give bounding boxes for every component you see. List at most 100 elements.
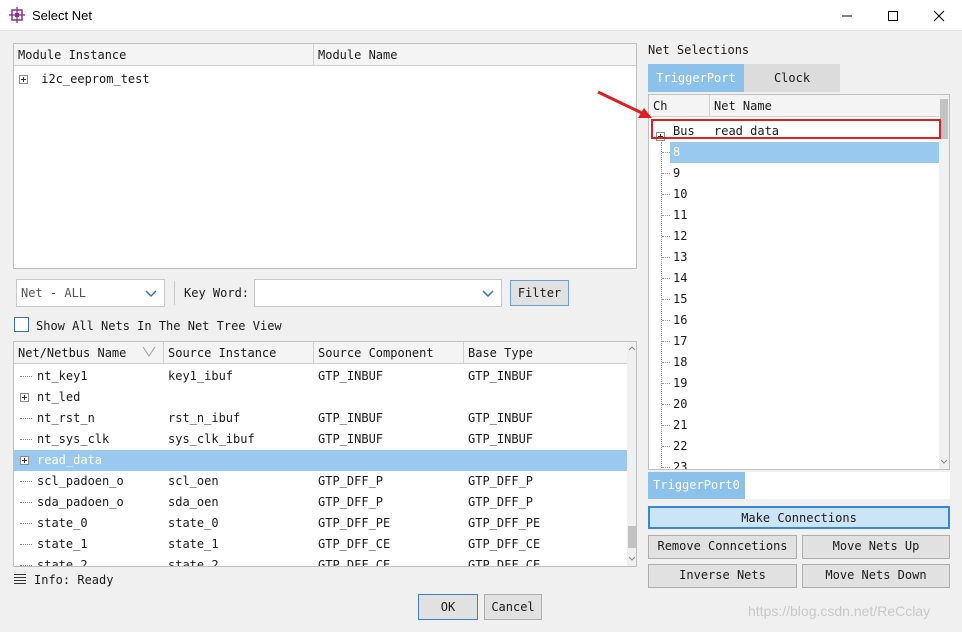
annotation-arrow — [597, 90, 652, 118]
column-source-component[interactable]: Source Component — [314, 342, 464, 364]
keyword-input[interactable] — [254, 279, 502, 307]
channel-row[interactable]: 17 — [649, 331, 939, 352]
tree-connector — [662, 194, 670, 195]
channel-row[interactable]: 13 — [649, 247, 939, 268]
table-row[interactable]: state_0 state_0 GTP_DFF_PE GTP_DFF_PE — [14, 513, 628, 534]
module-row[interactable]: i2c_eeprom_test — [19, 69, 629, 90]
table-row[interactable]: nt_led — [14, 387, 628, 408]
scroll-down-icon[interactable] — [940, 459, 948, 465]
channel-row[interactable]: 9 — [649, 163, 939, 184]
scroll-down-icon[interactable] — [628, 556, 636, 562]
net-name: sda_padoen_o — [37, 495, 124, 509]
tree-connector — [662, 404, 670, 405]
channel-row[interactable]: 14 — [649, 268, 939, 289]
remove-connections-button[interactable]: Remove Conncetions — [648, 535, 797, 559]
column-net-name-label: Net/Netbus Name — [18, 346, 127, 360]
column-source-instance[interactable]: Source Instance — [164, 342, 314, 364]
channel-label: 20 — [673, 397, 688, 411]
expand-icon[interactable] — [19, 75, 28, 84]
base-cell: GTP_INBUF — [468, 411, 534, 425]
table-row[interactable]: nt_key1 key1_ibuf GTP_INBUF GTP_INBUF — [14, 366, 628, 387]
net-name-cell: state_1 — [20, 534, 88, 555]
net-table-scrollbar[interactable] — [627, 342, 636, 566]
tree-connector — [20, 376, 32, 377]
make-connections-button[interactable]: Make Connections — [648, 506, 950, 529]
tree-connector — [662, 425, 670, 426]
cancel-button[interactable]: Cancel — [484, 594, 542, 620]
ok-button[interactable]: OK — [418, 594, 478, 620]
table-row[interactable]: nt_sys_clk sys_clk_ibuf GTP_INBUF GTP_INBUF — [14, 429, 628, 450]
filter-button[interactable]: Filter — [510, 280, 569, 306]
module-table-header: Module Instance Module Name — [14, 44, 636, 66]
channel-row[interactable]: 19 — [649, 373, 939, 394]
channel-label: 14 — [673, 271, 688, 285]
tree-connector — [662, 446, 670, 447]
table-row[interactable]: state_1 state_1 GTP_DFF_CE GTP_DFF_CE — [14, 534, 628, 555]
column-net-name[interactable]: Net/Netbus Name — [14, 342, 164, 364]
info-list-icon — [14, 574, 26, 584]
selection-highlight — [670, 142, 939, 163]
channel-label: 19 — [673, 376, 688, 390]
expand-icon[interactable] — [20, 393, 29, 402]
net-type-select[interactable]: Net - ALL — [16, 279, 165, 307]
net-name-cell: nt_key1 — [20, 366, 88, 387]
column-module-name[interactable]: Module Name — [314, 44, 636, 66]
tree-connector — [662, 362, 670, 363]
net-name: nt_rst_n — [37, 411, 95, 425]
channel-label: 23 — [673, 460, 688, 470]
instance-cell: sys_clk_ibuf — [168, 432, 255, 446]
channel-row[interactable]: 23 — [649, 457, 939, 470]
table-row[interactable]: sda_padoen_o sda_oen GTP_DFF_P GTP_DFF_P — [14, 492, 628, 513]
channel-row[interactable]: 16 — [649, 310, 939, 331]
column-base-type[interactable]: Base Type — [464, 342, 628, 364]
channel-row[interactable]: 10 — [649, 184, 939, 205]
scroll-thumb[interactable] — [940, 99, 948, 139]
net-name-cell: sda_padoen_o — [20, 492, 124, 513]
divider — [174, 281, 175, 305]
minimize-button[interactable] — [824, 0, 870, 31]
table-row[interactable]: nt_rst_n rst_n_ibuf GTP_INBUF GTP_INBUF — [14, 408, 628, 429]
channel-row[interactable]: 11 — [649, 205, 939, 226]
inverse-nets-button[interactable]: Inverse Nets — [648, 564, 797, 588]
tab-triggerport[interactable]: TriggerPort — [648, 64, 744, 92]
expand-icon[interactable] — [20, 456, 29, 465]
maximize-button[interactable] — [870, 0, 916, 31]
tree-connector — [662, 236, 670, 237]
channel-label: 13 — [673, 250, 688, 264]
move-nets-up-button[interactable]: Move Nets Up — [802, 535, 950, 559]
window-title: Select Net — [32, 8, 92, 23]
net-name-cell: nt_rst_n — [20, 408, 95, 429]
channel-row[interactable]: 8 — [649, 142, 939, 163]
close-button[interactable] — [916, 0, 962, 31]
column-ch[interactable]: Ch — [649, 95, 710, 117]
tree-connector — [20, 418, 32, 419]
keyword-label: Key Word: — [184, 286, 250, 300]
channel-row[interactable]: 21 — [649, 415, 939, 436]
tab-clock[interactable]: Clock — [744, 64, 840, 92]
show-all-nets-label: Show All Nets In The Net Tree View — [36, 319, 282, 333]
net-name: read_data — [37, 453, 103, 467]
channel-row[interactable]: 12 — [649, 226, 939, 247]
module-tree-panel: Module Instance Module Name i2c_eeprom_t… — [13, 43, 637, 269]
column-net-name[interactable]: Net Name — [710, 95, 939, 117]
channel-row[interactable]: 22 — [649, 436, 939, 457]
channel-label: 22 — [673, 439, 688, 453]
base-cell: GTP_DFF_PE — [468, 516, 541, 530]
tree-connector — [662, 383, 670, 384]
table-row[interactable]: read_data — [14, 450, 628, 471]
scroll-thumb[interactable] — [628, 526, 636, 548]
net-name: state_0 — [37, 516, 88, 530]
channel-row[interactable]: 20 — [649, 394, 939, 415]
scroll-up-icon[interactable] — [628, 345, 636, 351]
show-all-nets-checkbox[interactable] — [14, 317, 29, 332]
column-module-instance[interactable]: Module Instance — [14, 44, 314, 66]
channel-row[interactable]: 15 — [649, 289, 939, 310]
table-row[interactable]: state_2 state_2 GTP_DFF_CE GTP_DFF_CE — [14, 555, 628, 566]
component-cell: GTP_DFF_PE — [318, 516, 391, 530]
channel-scrollbar[interactable] — [939, 95, 949, 469]
move-nets-down-button[interactable]: Move Nets Down — [802, 564, 950, 588]
tab-triggerport0[interactable]: TriggerPort0 — [648, 472, 745, 499]
channel-row[interactable]: 18 — [649, 352, 939, 373]
table-row[interactable]: scl_padoen_o scl_oen GTP_DFF_P GTP_DFF_P — [14, 471, 628, 492]
component-cell: GTP_DFF_CE — [318, 537, 391, 551]
